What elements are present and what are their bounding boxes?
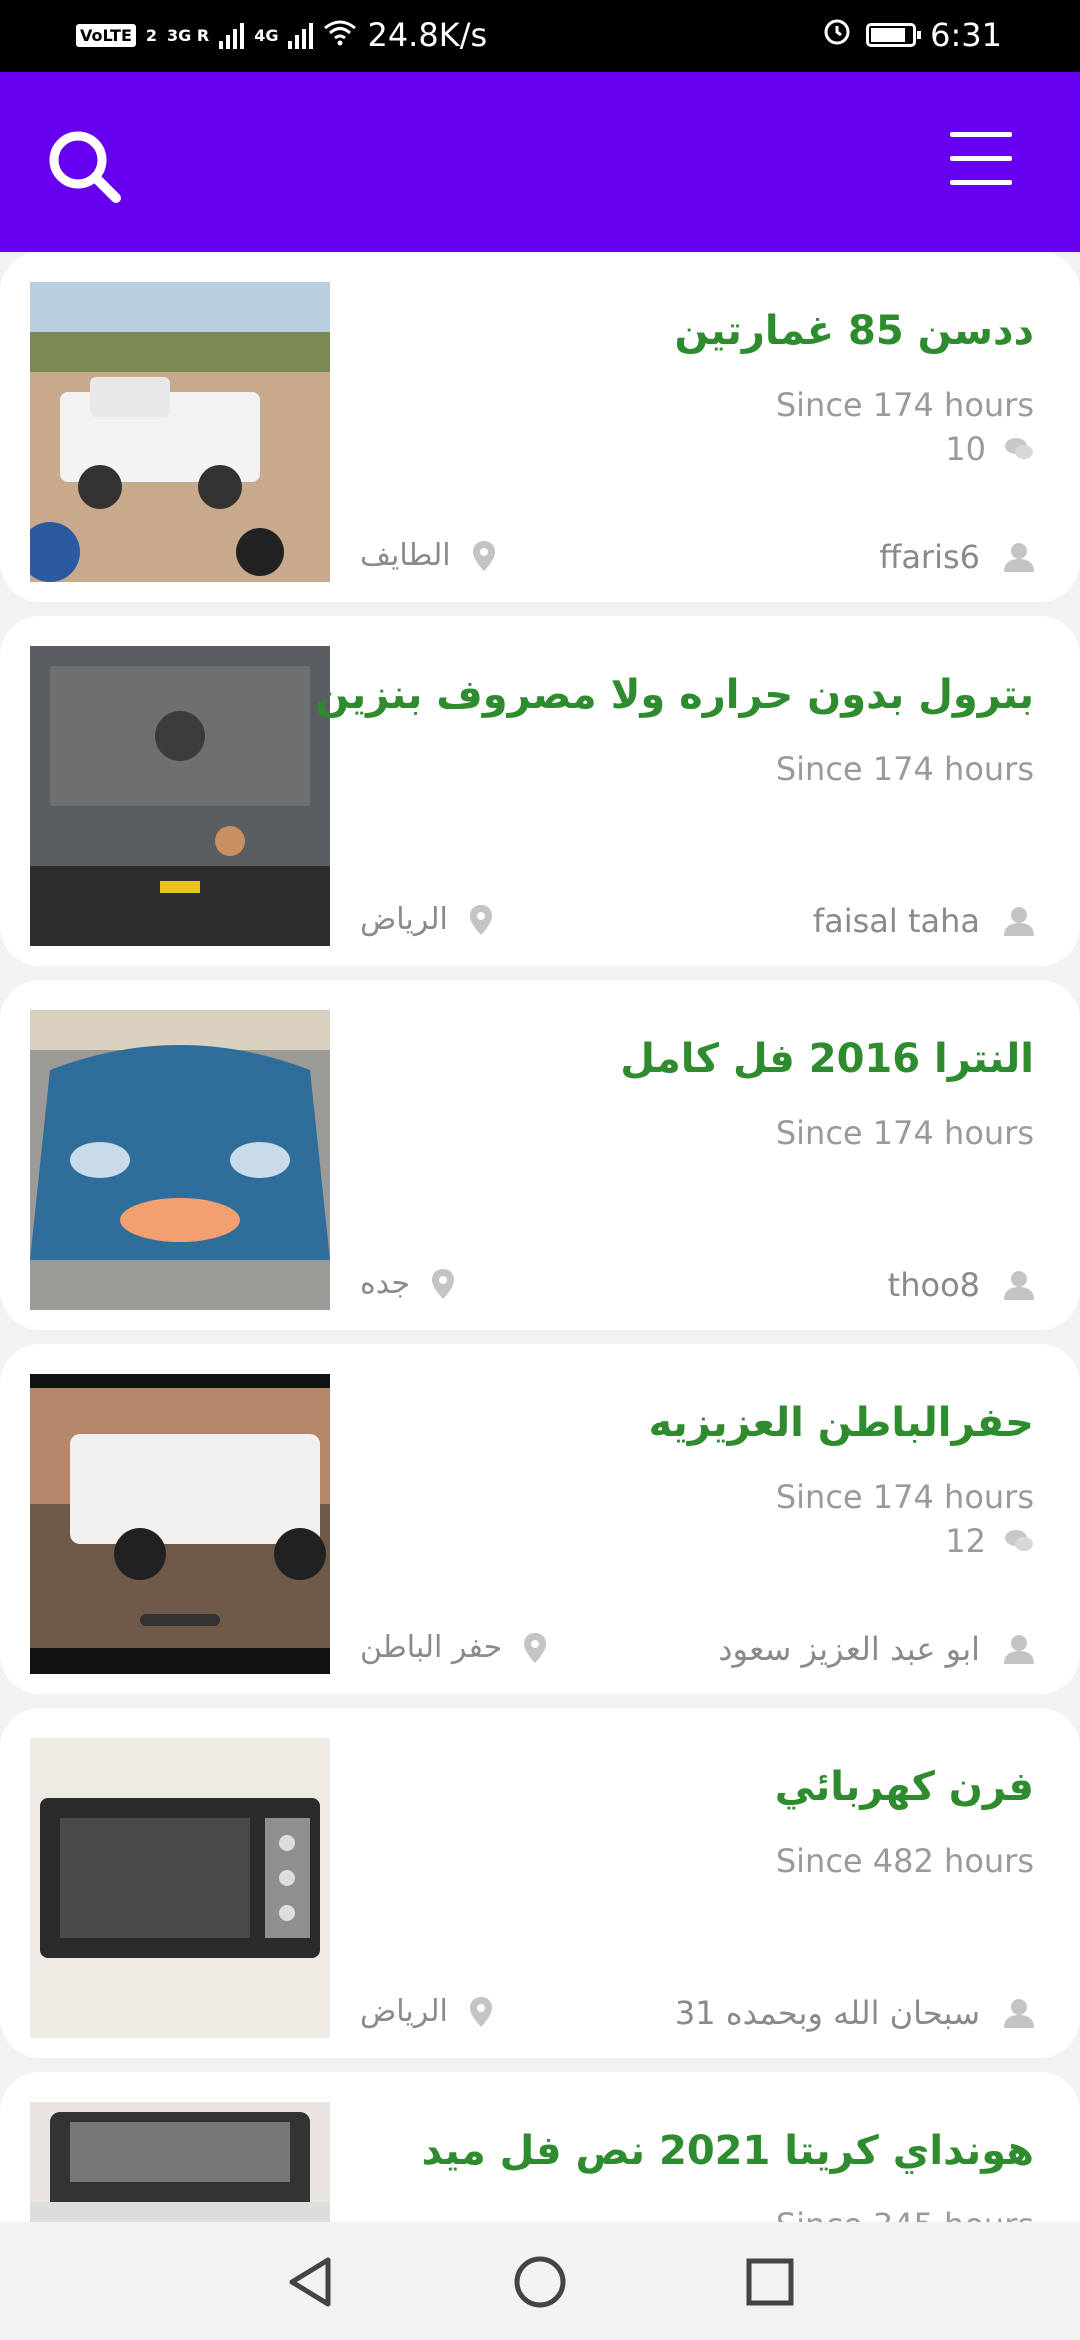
listing-card[interactable]: هونداي كريتا 2021 نص فل ميد Since 345 ho…: [0, 2072, 1080, 2222]
signal-icon-2: [288, 21, 314, 49]
username: faisal taha: [812, 902, 980, 940]
comment-count: 10: [945, 430, 1034, 468]
listing-card[interactable]: فرن كهربائي Since 482 hours الرياض سبحان…: [0, 1708, 1080, 2058]
username: ابو عبد العزيز سعود: [718, 1630, 980, 1668]
listing-thumbnail[interactable]: [30, 2102, 330, 2222]
location-label: الرياض: [360, 1994, 448, 2029]
hamburger-line: [950, 156, 1012, 161]
listing-location: الرياض: [360, 902, 492, 937]
listing-user: thoo8: [888, 1266, 1034, 1304]
user-icon: [1004, 907, 1034, 936]
location-pin-icon: [469, 1996, 492, 2027]
listing-thumbnail[interactable]: [30, 1010, 330, 1310]
listing-user: ffaris6: [879, 538, 1034, 576]
listing-title: حفرالباطن العزيزيه: [648, 1400, 1034, 1446]
back-button[interactable]: [280, 2252, 340, 2312]
sim-indicator: 2: [145, 25, 158, 45]
listing-thumbnail[interactable]: [30, 1738, 330, 2038]
comment-count-value: 12: [945, 1522, 986, 1560]
listing-title: بترول بدون حراره ولا مصروف بنزين: [315, 672, 1034, 718]
username: thoo8: [887, 1266, 980, 1304]
location-pin-icon: [432, 1268, 455, 1299]
network-speed: 24.8K/s: [367, 16, 488, 54]
listing-location: الرياض: [360, 1994, 492, 2029]
listing-age: Since 174 hours: [775, 750, 1034, 788]
home-circle-icon: [514, 2256, 566, 2308]
user-icon: [1004, 1635, 1034, 1664]
app-bar: [0, 72, 1080, 252]
location-pin-icon: [469, 904, 492, 935]
home-button[interactable]: [510, 2252, 570, 2312]
location-label: الطايف: [360, 538, 451, 573]
comments-icon: [1005, 438, 1033, 459]
hamburger-menu-icon: [950, 132, 1012, 137]
battery-level: [871, 28, 906, 42]
listing-title: فرن كهربائي: [774, 1764, 1034, 1810]
listing-card[interactable]: ددسن 85 غمارتين Since 174 hours 10 الطاي…: [0, 252, 1080, 602]
back-triangle-icon: [289, 2257, 331, 2307]
location-label: حفر الباطن: [360, 1630, 503, 1665]
listing-location: جده: [360, 1266, 455, 1301]
listing-location: حفر الباطن: [360, 1630, 547, 1665]
location-label: جده: [360, 1266, 411, 1301]
location-pin-icon: [472, 540, 495, 571]
menu-button[interactable]: [950, 132, 1020, 192]
listings-list: ددسن 85 غمارتين Since 174 hours 10 الطاي…: [0, 252, 1080, 2222]
listing-title: ددسن 85 غمارتين: [674, 308, 1034, 354]
system-navigation-bar: [0, 2222, 1080, 2340]
listing-age: Since 174 hours: [775, 1478, 1034, 1516]
comment-count: 12: [945, 1522, 1034, 1560]
listing-thumbnail[interactable]: [30, 646, 330, 946]
recents-square-icon: [746, 2258, 794, 2306]
hamburger-line: [950, 180, 1012, 185]
user-icon: [1004, 1271, 1034, 1300]
username: ffaris6: [879, 538, 980, 576]
username: سبحان الله وبحمده 31: [674, 1994, 980, 2032]
comment-count-value: 10: [945, 430, 986, 468]
wifi-icon: [323, 16, 357, 54]
user-icon: [1004, 1999, 1034, 2028]
location-label: الرياض: [360, 902, 448, 937]
listing-card[interactable]: النترا 2016 فل كامل Since 174 hours جده …: [0, 980, 1080, 1330]
listing-user: faisal taha: [813, 902, 1034, 940]
listing-age: Since 174 hours: [775, 1114, 1034, 1152]
search-icon: [49, 131, 121, 203]
alarm-icon: [822, 16, 852, 54]
volte-indicator: VoLTE: [76, 23, 136, 47]
battery-icon: [866, 23, 922, 47]
listing-thumbnail[interactable]: [30, 1374, 330, 1674]
comments-icon: [1005, 1530, 1033, 1551]
recents-button[interactable]: [740, 2252, 800, 2312]
listing-title: هونداي كريتا 2021 نص فل ميد: [421, 2128, 1034, 2174]
status-bar: VoLTE 2 3G R 4G 24.8K/s 6:31: [0, 0, 1080, 72]
search-button[interactable]: [40, 122, 130, 212]
listing-location: الطايف: [360, 538, 495, 573]
listing-title: النترا 2016 فل كامل: [620, 1036, 1034, 1082]
listing-thumbnail[interactable]: [30, 282, 330, 582]
signal-icon: [219, 21, 245, 49]
clock: 6:31: [930, 16, 1002, 54]
listing-age: Since 345 hours: [776, 2206, 1034, 2222]
listing-card[interactable]: حفرالباطن العزيزيه Since 174 hours 12 حف…: [0, 1344, 1080, 1694]
listing-user: ابو عبد العزيز سعود: [718, 1630, 1034, 1668]
network-type-1: 3G R: [167, 25, 210, 45]
listing-age: Since 174 hours: [775, 386, 1034, 424]
listing-age: Since 482 hours: [775, 1842, 1034, 1880]
network-type-2: 4G: [254, 25, 279, 45]
listing-user: سبحان الله وبحمده 31: [675, 1994, 1034, 2032]
location-pin-icon: [524, 1632, 547, 1663]
user-icon: [1004, 543, 1034, 572]
listing-card[interactable]: بترول بدون حراره ولا مصروف بنزين Since 1…: [0, 616, 1080, 966]
